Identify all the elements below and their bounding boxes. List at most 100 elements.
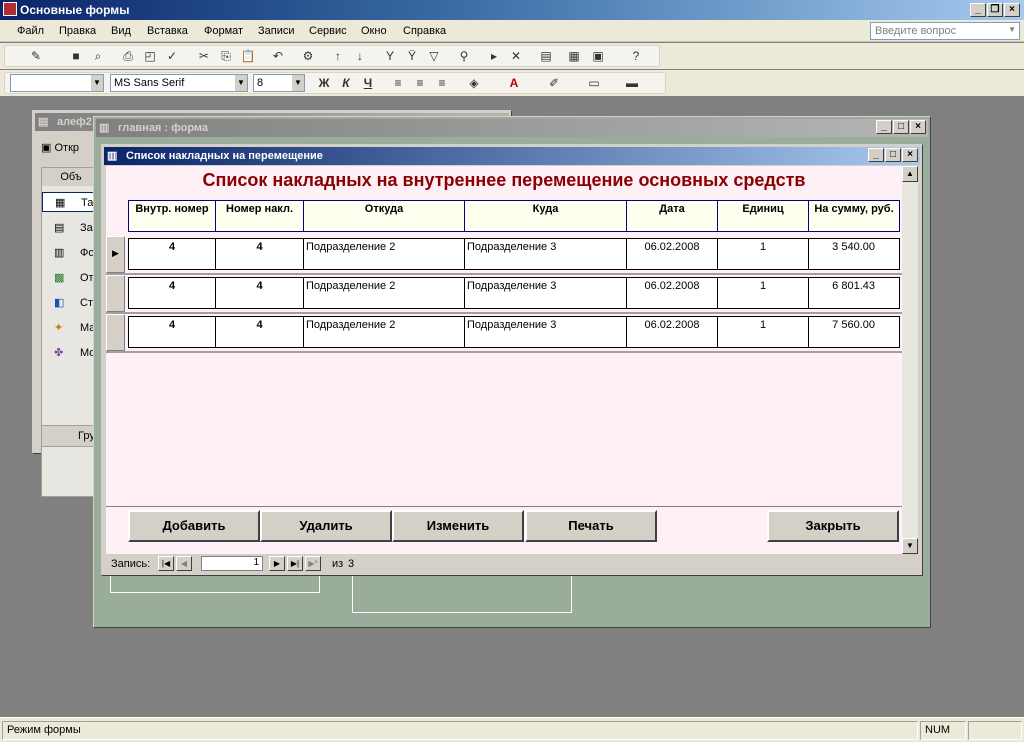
first-record-icon[interactable]: |◀ bbox=[158, 556, 174, 571]
main-form-maximize-button[interactable]: □ bbox=[893, 120, 909, 134]
line-width-icon[interactable]: ▭ bbox=[586, 75, 602, 91]
print-preview-icon[interactable]: ◰ bbox=[142, 48, 158, 64]
cell-units[interactable]: 1 bbox=[717, 316, 809, 348]
properties-icon[interactable]: ▤ bbox=[538, 48, 554, 64]
current-record-input[interactable]: 1 bbox=[201, 556, 263, 571]
add-button[interactable]: Добавить bbox=[128, 510, 260, 542]
database-open-button[interactable]: ▣ Откр bbox=[41, 141, 79, 154]
cell-to[interactable]: Подразделение 3 bbox=[464, 238, 627, 270]
menu-format[interactable]: Формат bbox=[204, 25, 243, 37]
close-button[interactable]: Закрыть bbox=[767, 510, 899, 542]
underline-icon[interactable]: Ч bbox=[360, 75, 376, 91]
list-form-maximize-button[interactable]: □ bbox=[885, 148, 901, 162]
menu-edit[interactable]: Правка bbox=[59, 25, 96, 37]
form-vertical-scrollbar[interactable]: ▲ ▼ bbox=[902, 166, 918, 554]
fill-color-icon[interactable]: ◈ bbox=[466, 75, 482, 91]
undo-icon[interactable]: ↶ bbox=[270, 48, 286, 64]
main-form-close-button[interactable]: × bbox=[910, 120, 926, 134]
record-selector[interactable]: ▶ bbox=[106, 236, 125, 273]
cell-date[interactable]: 06.02.2008 bbox=[626, 316, 718, 348]
delete-record-icon[interactable]: ✕ bbox=[508, 48, 524, 64]
help-icon[interactable]: ? bbox=[628, 48, 644, 64]
font-size-combo[interactable]: 8 ▼ bbox=[253, 74, 305, 92]
record-selector[interactable] bbox=[106, 314, 125, 351]
sort-descending-icon[interactable]: ↓ bbox=[352, 48, 368, 64]
menu-help[interactable]: Справка bbox=[403, 25, 446, 37]
line-color-icon[interactable]: ✐ bbox=[546, 75, 562, 91]
print-icon[interactable]: ⎙ bbox=[120, 48, 136, 64]
row-divider bbox=[106, 351, 902, 353]
cell-invoice-number[interactable]: 4 bbox=[215, 277, 304, 309]
font-color-icon[interactable]: A bbox=[506, 75, 522, 91]
cell-invoice-number[interactable]: 4 bbox=[215, 238, 304, 270]
file-search-icon[interactable]: ⌕ bbox=[90, 48, 106, 64]
app-minimize-button[interactable]: _ bbox=[970, 3, 986, 17]
app-restore-button[interactable]: ❐ bbox=[987, 3, 1003, 17]
cell-from[interactable]: Подразделение 2 bbox=[303, 277, 465, 309]
ask-question-input[interactable]: Введите вопрос ▼ bbox=[870, 22, 1020, 40]
cell-invoice-number[interactable]: 4 bbox=[215, 316, 304, 348]
print-button[interactable]: Печать bbox=[525, 510, 657, 542]
delete-button[interactable]: Удалить bbox=[260, 510, 392, 542]
new-object-icon[interactable]: ▣ bbox=[590, 48, 606, 64]
previous-record-icon[interactable]: ◀ bbox=[176, 556, 192, 571]
cell-sum[interactable]: 7 560.00 bbox=[808, 316, 900, 348]
cell-internal-number[interactable]: 4 bbox=[128, 277, 216, 309]
save-icon[interactable]: ■ bbox=[68, 48, 84, 64]
align-center-icon[interactable]: ≡ bbox=[412, 75, 428, 91]
font-name-combo[interactable]: MS Sans Serif ▼ bbox=[110, 74, 248, 92]
groups-bar[interactable]: Гру bbox=[41, 425, 101, 447]
filter-by-form-icon[interactable]: Ÿ bbox=[404, 48, 420, 64]
spelling-icon[interactable]: ✓ bbox=[164, 48, 180, 64]
menu-view[interactable]: Вид bbox=[111, 25, 131, 37]
bold-icon[interactable]: Ж bbox=[316, 75, 332, 91]
table-row[interactable]: 4 4 Подразделение 2 Подразделение 3 06.0… bbox=[106, 314, 902, 351]
scroll-down-icon[interactable]: ▼ bbox=[902, 538, 918, 554]
cell-from[interactable]: Подразделение 2 bbox=[303, 316, 465, 348]
cell-to[interactable]: Подразделение 3 bbox=[464, 277, 627, 309]
copy-icon[interactable]: ⎘ bbox=[218, 48, 234, 64]
cut-icon[interactable]: ✂ bbox=[196, 48, 212, 64]
menu-window[interactable]: Окно bbox=[361, 25, 387, 37]
apply-filter-icon[interactable]: ▽ bbox=[426, 48, 442, 64]
next-record-icon[interactable]: ▶ bbox=[269, 556, 285, 571]
last-record-icon[interactable]: ▶| bbox=[287, 556, 303, 571]
design-view-icon[interactable]: ✎ bbox=[28, 48, 44, 64]
special-effect-icon[interactable]: ▬ bbox=[624, 75, 640, 91]
cell-to[interactable]: Подразделение 3 bbox=[464, 316, 627, 348]
cell-from[interactable]: Подразделение 2 bbox=[303, 238, 465, 270]
align-right-icon[interactable]: ≡ bbox=[434, 75, 450, 91]
menu-tools[interactable]: Сервис bbox=[309, 25, 347, 37]
scroll-up-icon[interactable]: ▲ bbox=[902, 166, 918, 182]
list-form-minimize-button[interactable]: _ bbox=[868, 148, 884, 162]
cell-date[interactable]: 06.02.2008 bbox=[626, 238, 718, 270]
menu-records[interactable]: Записи bbox=[258, 25, 295, 37]
find-icon[interactable]: ⚲ bbox=[456, 48, 472, 64]
sort-ascending-icon[interactable]: ↑ bbox=[330, 48, 346, 64]
app-close-button[interactable]: × bbox=[1004, 3, 1020, 17]
main-form-minimize-button[interactable]: _ bbox=[876, 120, 892, 134]
filter-by-selection-icon[interactable]: Y bbox=[382, 48, 398, 64]
cell-units[interactable]: 1 bbox=[717, 238, 809, 270]
cell-internal-number[interactable]: 4 bbox=[128, 316, 216, 348]
cell-internal-number[interactable]: 4 bbox=[128, 238, 216, 270]
italic-icon[interactable]: К bbox=[338, 75, 354, 91]
paste-icon[interactable]: 📋 bbox=[240, 48, 256, 64]
record-selector[interactable] bbox=[106, 275, 125, 312]
table-row[interactable]: ▶ 4 4 Подразделение 2 Подразделение 3 06… bbox=[106, 236, 902, 273]
menu-file[interactable]: Файл bbox=[17, 25, 44, 37]
cell-date[interactable]: 06.02.2008 bbox=[626, 277, 718, 309]
cell-units[interactable]: 1 bbox=[717, 277, 809, 309]
new-record-icon[interactable]: ▸ bbox=[486, 48, 502, 64]
object-combo[interactable]: ▼ bbox=[10, 74, 104, 92]
insert-hyperlink-icon[interactable]: ⚙ bbox=[300, 48, 316, 64]
edit-button[interactable]: Изменить bbox=[392, 510, 524, 542]
table-row[interactable]: 4 4 Подразделение 2 Подразделение 3 06.0… bbox=[106, 275, 902, 312]
database-window-icon[interactable]: ▦ bbox=[566, 48, 582, 64]
cell-sum[interactable]: 3 540.00 bbox=[808, 238, 900, 270]
align-left-icon[interactable]: ≡ bbox=[390, 75, 406, 91]
list-form-close-button[interactable]: × bbox=[902, 148, 918, 162]
cell-sum[interactable]: 6 801.43 bbox=[808, 277, 900, 309]
menu-insert[interactable]: Вставка bbox=[147, 25, 188, 37]
new-record-nav-icon[interactable]: ▶* bbox=[305, 556, 321, 571]
